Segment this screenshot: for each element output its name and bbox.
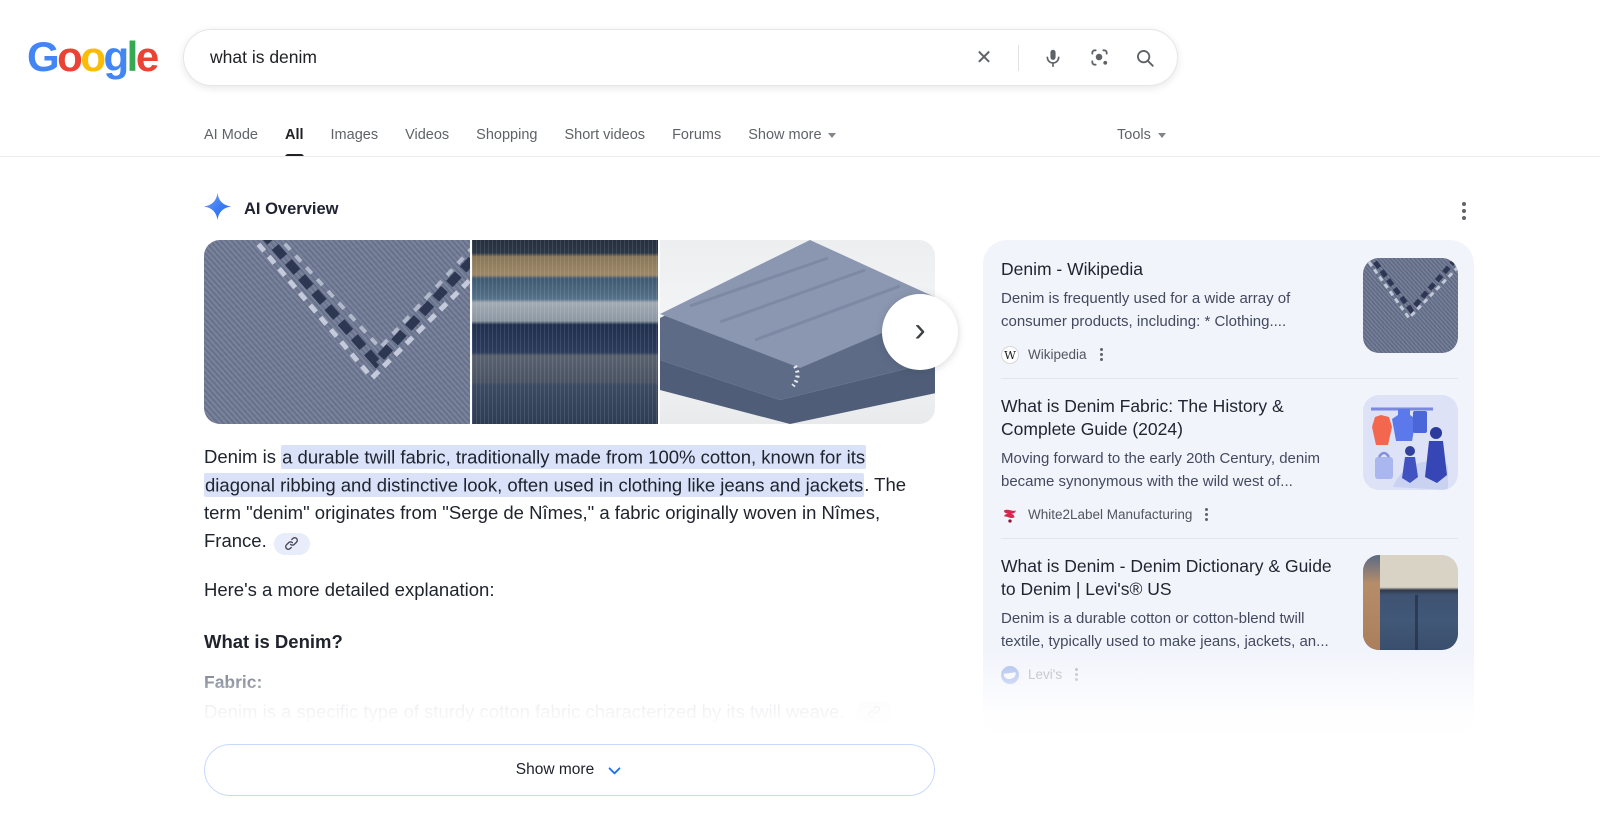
wikipedia-w-icon: W (1001, 345, 1019, 364)
chevron-down-icon (608, 766, 621, 774)
ai-overview-title: AI Overview (244, 199, 339, 218)
tabs-divider (0, 156, 1600, 157)
carousel-image-stacked-jeans[interactable] (472, 240, 658, 424)
highlighted-text[interactable]: a durable twill fabric, traditionally ma… (204, 444, 867, 497)
tab-all[interactable]: All (285, 112, 304, 157)
card-thumbnail-clothing-illustration[interactable] (1363, 395, 1458, 490)
chevron-down-icon (1157, 133, 1166, 138)
show-more-button[interactable]: Show more (204, 744, 935, 796)
search-input[interactable] (210, 47, 972, 68)
citation-link-chip-faded (855, 701, 892, 723)
tab-videos[interactable]: Videos (405, 112, 449, 157)
source-card-wikipedia[interactable]: Denim - Wikipedia Denim is frequently us… (983, 241, 1474, 378)
card-title[interactable]: Denim - Wikipedia (1001, 258, 1349, 281)
google-logo[interactable]: Google (27, 33, 159, 81)
chevron-down-icon (827, 133, 836, 138)
source-card-levis[interactable]: What is Denim - Denim Dictionary & Guide… (983, 538, 1474, 698)
voice-search-mic-icon[interactable] (1041, 46, 1065, 70)
card-title[interactable]: What is Denim Fabric: The History & Comp… (1001, 395, 1349, 441)
card-title[interactable]: What is Denim - Denim Dictionary & Guide… (1001, 555, 1349, 601)
levis-globe-icon (1001, 665, 1019, 684)
source-name: Levi's (1028, 667, 1063, 682)
card-snippet: Denim is a durable cotton or cotton-blen… (1001, 610, 1329, 650)
carousel-image-denim-pocket[interactable] (204, 240, 470, 424)
ai-sparkle-icon (204, 193, 231, 225)
sub-heading-fabric: Fabric: (204, 672, 263, 692)
ai-overview-image-carousel: › (204, 240, 958, 424)
faded-truncated-text: Denim is a specific type of sturdy cotto… (204, 701, 939, 723)
source-card-white2label[interactable]: What is Denim Fabric: The History & Comp… (983, 378, 1474, 538)
card-snippet: Denim is frequently used for a wide arra… (1001, 290, 1291, 330)
ai-overview-paragraph: Denim is a durable twill fabric, traditi… (204, 443, 939, 555)
card-thumbnail-person-in-jeans[interactable] (1363, 555, 1458, 650)
tab-show-more[interactable]: Show more (748, 112, 836, 157)
source-name: Wikipedia (1028, 347, 1087, 362)
search-bar[interactable]: ✕ (183, 29, 1178, 86)
card-snippet: Moving forward to the early 20th Century… (1001, 450, 1321, 490)
tools-button[interactable]: Tools (1117, 112, 1166, 157)
search-result-tabs: AI Mode All Images Videos Shopping Short… (204, 112, 836, 157)
ai-overview-header: AI Overview (204, 193, 338, 225)
google-lens-icon[interactable] (1087, 46, 1111, 70)
tab-forums[interactable]: Forums (672, 112, 721, 157)
card-thumbnail-denim-pocket[interactable] (1363, 258, 1458, 353)
carousel-next-button[interactable]: › (882, 294, 958, 370)
card-more-options-icon[interactable] (1201, 504, 1212, 525)
white2label-logo-icon (1001, 506, 1019, 524)
card-more-options-icon[interactable] (1071, 664, 1082, 685)
search-submit-icon[interactable] (1133, 46, 1157, 70)
card-more-options-icon[interactable] (1096, 344, 1107, 365)
search-bar-divider (1018, 44, 1019, 71)
tab-shopping[interactable]: Shopping (476, 112, 537, 157)
link-icon (867, 705, 880, 719)
source-name: White2Label Manufacturing (1028, 507, 1193, 522)
link-icon (285, 537, 299, 550)
citation-link-chip[interactable] (273, 532, 310, 555)
tab-ai-mode[interactable]: AI Mode (204, 112, 258, 157)
tab-images[interactable]: Images (331, 112, 379, 157)
ai-overview-more-options-icon[interactable] (1458, 198, 1470, 224)
section-heading: What is Denim? (204, 631, 343, 652)
tab-short-videos[interactable]: Short videos (564, 112, 645, 157)
clear-search-icon[interactable]: ✕ (972, 46, 996, 70)
related-sources-panel: Denim - Wikipedia Denim is frequently us… (983, 240, 1474, 742)
detail-intro-text: Here's a more detailed explanation: (204, 579, 495, 600)
